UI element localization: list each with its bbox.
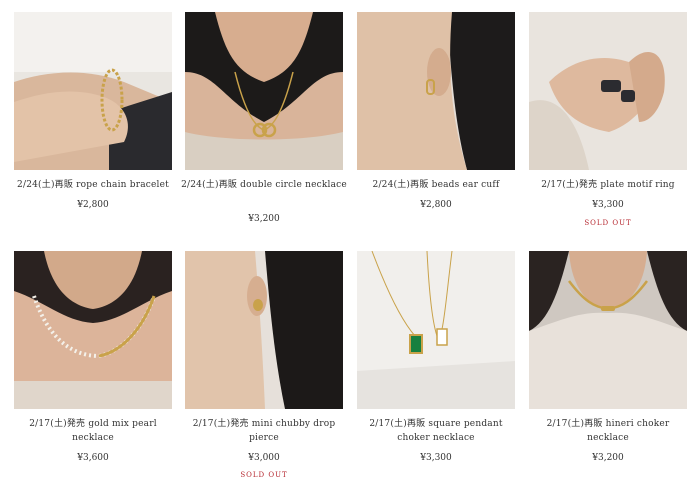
product-price: ¥3,000: [248, 453, 280, 463]
pierce-image: [185, 251, 343, 409]
product-price: ¥2,800: [420, 200, 452, 210]
product-price: ¥3,600: [77, 453, 109, 463]
product-price: ¥3,300: [420, 453, 452, 463]
product-name[interactable]: 2/17(土)発売 gold mix pearl necklace: [10, 417, 176, 445]
necklace-photo[interactable]: [185, 12, 343, 170]
pearl-necklace-photo[interactable]: [14, 251, 172, 409]
choker-image: [529, 251, 687, 409]
product-name[interactable]: 2/17(土)再販 square pendant choker necklace: [353, 417, 519, 445]
necklace-image: [185, 12, 343, 170]
product-price: ¥3,200: [592, 453, 624, 463]
product-name[interactable]: 2/17(土)発売 plate motif ring: [525, 178, 691, 192]
product-price: ¥3,200: [248, 214, 280, 224]
sold-out-label: SOLD OUT: [584, 219, 632, 227]
pearl-necklace-image: [14, 251, 172, 409]
product-name[interactable]: 2/24(土)再販 double circle necklace: [181, 178, 347, 192]
ring-image: [529, 12, 687, 170]
bracelet-photo[interactable]: [14, 12, 172, 170]
product-price: ¥3,300: [592, 200, 624, 210]
pendant-image: [357, 251, 515, 409]
ring-photo[interactable]: [529, 12, 687, 170]
pierce-photo[interactable]: [185, 251, 343, 409]
product-name[interactable]: 2/17(土)発売 mini chubby drop pierce: [181, 417, 347, 445]
choker-photo[interactable]: [529, 251, 687, 409]
sold-out-label: SOLD OUT: [240, 471, 288, 479]
bracelet-image: [14, 12, 172, 170]
product-name[interactable]: 2/24(土)再販 rope chain bracelet: [10, 178, 176, 192]
pendant-photo[interactable]: [357, 251, 515, 409]
ear-cuff-image: [357, 12, 515, 170]
product-name[interactable]: 2/17(土)再販 hineri choker necklace: [525, 417, 691, 445]
product-name[interactable]: 2/24(土)再販 beads ear cuff: [353, 178, 519, 192]
product-price: ¥2,800: [77, 200, 109, 210]
ear-cuff-photo[interactable]: [357, 12, 515, 170]
product-grid: 2/24(土)再販 rope chain bracelet ¥2,800 2/2…: [0, 0, 700, 489]
